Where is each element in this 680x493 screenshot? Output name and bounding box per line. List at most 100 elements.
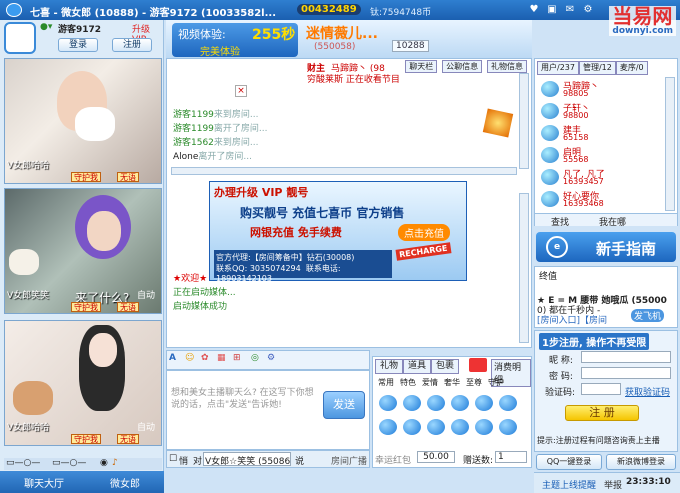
chat-user[interactable]: 游客1199: [173, 110, 214, 120]
chat-user[interactable]: 游客1562: [173, 138, 214, 148]
recharge-button[interactable]: 点击充值: [398, 224, 450, 241]
password-field[interactable]: [581, 367, 671, 379]
chat-scrollbar[interactable]: [519, 73, 529, 169]
feed-line[interactable]: [房间入口]【房间: [537, 313, 607, 326]
tab-gift-info[interactable]: 礼物信息: [487, 60, 527, 73]
get-captcha-link[interactable]: 获取验证码: [625, 385, 670, 398]
emoji-icon[interactable]: ☺: [185, 353, 194, 363]
camera-icon[interactable]: ◉: [100, 458, 108, 468]
cat-supreme[interactable]: 至尊: [463, 377, 485, 388]
gift-icon[interactable]: ▦: [217, 353, 226, 363]
tab-gifts[interactable]: 礼物: [375, 359, 404, 374]
register-button[interactable]: 注册: [112, 38, 152, 52]
mic-slider[interactable]: ▭—○—: [52, 458, 86, 468]
gift-count-input[interactable]: 1: [495, 451, 527, 463]
avatar[interactable]: [4, 22, 36, 54]
chat-user[interactable]: Alone: [173, 152, 198, 162]
gift-item[interactable]: [475, 419, 493, 435]
tool-icon[interactable]: ⚙: [267, 353, 275, 363]
guard-tag[interactable]: 守护我: [71, 302, 101, 312]
gift-item[interactable]: [403, 419, 421, 435]
tab-users[interactable]: 用户/237: [537, 61, 579, 75]
cat-special[interactable]: 特色: [397, 377, 419, 388]
tab-admins[interactable]: 管理/12: [578, 61, 616, 75]
font-icon[interactable]: A: [169, 353, 176, 363]
cat-guard[interactable]: 守护: [485, 377, 507, 388]
gift-item[interactable]: [379, 419, 397, 435]
nickname-field[interactable]: [581, 351, 671, 363]
register-submit-button[interactable]: 注 册: [565, 405, 639, 421]
gift-item[interactable]: [379, 395, 397, 411]
lock-icon[interactable]: ▣: [546, 4, 558, 16]
username: 游客9172: [58, 25, 102, 35]
report-link[interactable]: 举报: [604, 478, 622, 491]
chat-user[interactable]: 游客1199: [173, 124, 214, 134]
mute-tag[interactable]: 无语: [117, 434, 139, 444]
mic-icon[interactable]: ♪: [112, 458, 118, 468]
heart-icon[interactable]: ♥: [528, 4, 540, 16]
anchor-name[interactable]: 迷情薇儿...: [306, 23, 378, 43]
volume-slider[interactable]: ▭—○—: [6, 458, 40, 468]
user-scrollbar[interactable]: [665, 77, 675, 211]
weibo-login-button[interactable]: 新浪微博登录: [606, 454, 676, 470]
guard-tag[interactable]: 守护我: [71, 172, 101, 182]
cat-luxury[interactable]: 奢华: [441, 377, 463, 388]
user-list-item[interactable]: 凡了, 凡了 16393457: [539, 167, 667, 187]
video-slot-3[interactable]: V女郎哈哈 自动 守护我 无语: [4, 320, 162, 446]
tab-micro-girl[interactable]: 微女郎: [110, 475, 140, 490]
tab-chat-hall[interactable]: 聊天大厅: [24, 475, 64, 490]
video-slot-2[interactable]: 来了什么? V女郎笑笑 自动 守护我 无语: [4, 188, 162, 314]
mute-tag[interactable]: 无语: [117, 302, 139, 312]
gift-item[interactable]: [451, 395, 469, 411]
gift-item[interactable]: [499, 419, 517, 435]
user-icon: [541, 169, 559, 185]
gift-item[interactable]: [427, 395, 445, 411]
tab-chat[interactable]: 聊天栏: [405, 60, 438, 73]
find-button[interactable]: 查找: [551, 215, 569, 228]
tab-package[interactable]: 包裹: [431, 359, 460, 374]
mail-icon[interactable]: ✉: [564, 4, 576, 16]
gift-item[interactable]: [403, 395, 421, 411]
whisper-checkbox[interactable]: ☐: [169, 454, 177, 464]
mute-tag[interactable]: 无语: [117, 172, 139, 182]
gift-item[interactable]: [499, 395, 517, 411]
recharge-banner[interactable]: 办理升级 VIP 靓号 购买靓号 充值七喜币 官方销售 网银充值 免手续费 点击…: [209, 181, 467, 283]
broadcast-button[interactable]: 房间广播: [331, 454, 367, 467]
captcha-field[interactable]: [581, 383, 621, 395]
cat-love[interactable]: 爱情: [419, 377, 441, 388]
target-select[interactable]: V女郎☆笑笑 (550861): [203, 452, 291, 466]
gift-item[interactable]: [451, 419, 469, 435]
user-icon: [541, 125, 559, 141]
tab-mic-queue[interactable]: 麦序/0: [615, 61, 648, 75]
tab-public-info[interactable]: 公聊信息: [442, 60, 483, 73]
video-slot-1[interactable]: V女郎哈哈 守护我 无语: [4, 58, 162, 184]
online-reminder-link[interactable]: 主题上线提醒: [542, 478, 596, 491]
user-id: 16393468: [563, 199, 604, 208]
gift-item[interactable]: [475, 395, 493, 411]
where-am-i-button[interactable]: 我在哪: [599, 215, 626, 228]
chat-hscrollbar[interactable]: [171, 167, 517, 175]
fans-count[interactable]: 10288: [392, 40, 429, 52]
message-input[interactable]: 想和美女主播聊天么? 在这写下你想说的话，点击"发送"告诉她! 发送: [166, 370, 370, 450]
user-list-item[interactable]: 好心要你 16393468: [539, 189, 667, 209]
user-list-item[interactable]: 马蹄蹄丶 98805: [539, 79, 667, 99]
gift-box-icon[interactable]: [482, 108, 514, 138]
send-button[interactable]: 发送: [323, 391, 365, 419]
red-packet-icon[interactable]: [469, 358, 487, 372]
user-list-item[interactable]: 子轩丶 98800: [539, 101, 667, 121]
flower-icon[interactable]: ✿: [201, 353, 209, 363]
send-plane-button[interactable]: 发飞机: [631, 309, 665, 322]
user-list-item[interactable]: 建丰 65158: [539, 123, 667, 143]
guard-tag[interactable]: 守护我: [71, 434, 101, 444]
user-list-item[interactable]: 启明 55568: [539, 145, 667, 165]
login-button[interactable]: 登录: [58, 38, 98, 52]
cat-common[interactable]: 常用: [375, 377, 397, 388]
tab-props[interactable]: 道具: [403, 359, 432, 374]
cart-icon[interactable]: ⊞: [233, 353, 241, 363]
online-status-icon[interactable]: ●▾: [40, 22, 52, 32]
game-icon[interactable]: ◎: [251, 353, 259, 363]
settings-icon[interactable]: ⚙: [582, 4, 594, 16]
qq-login-button[interactable]: QQ一键登录: [536, 454, 602, 470]
gift-item[interactable]: [427, 419, 445, 435]
chat-scrollbar-2[interactable]: [519, 193, 529, 343]
